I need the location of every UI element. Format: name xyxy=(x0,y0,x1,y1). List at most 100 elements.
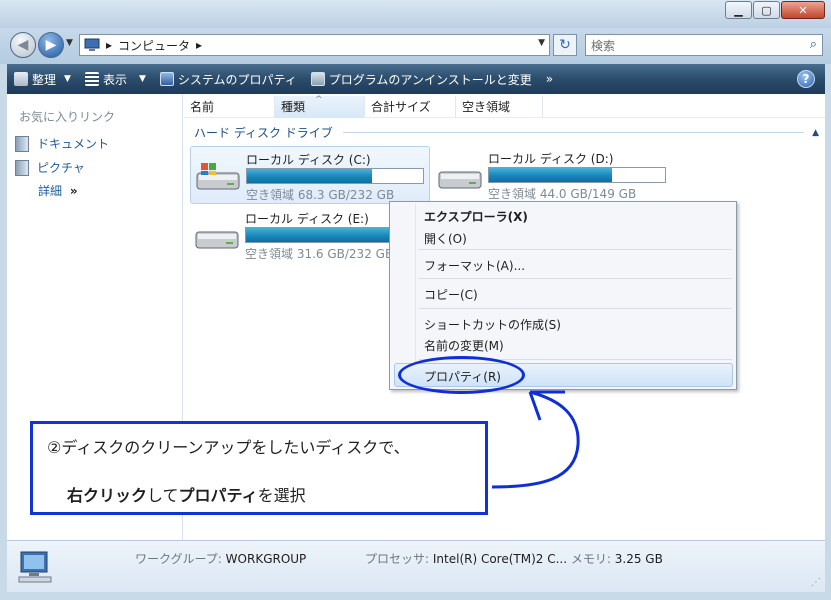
pictures-icon xyxy=(15,159,29,176)
memory-label: メモリ: xyxy=(570,552,611,566)
details-toggle[interactable]: 詳細 » xyxy=(38,182,78,199)
group-title: ハード ディスク ドライブ xyxy=(194,126,333,140)
drive-name: ローカル ディスク (D:) xyxy=(488,152,614,166)
system-properties-button[interactable]: システムのプロパティ xyxy=(153,64,304,94)
drive-usage-bar xyxy=(246,168,424,184)
annotation-text-end: を選択 xyxy=(257,486,306,505)
history-dropdown[interactable]: ▼ xyxy=(66,38,73,48)
drive-free-space: 空き領域 68.3 GB/232 GB xyxy=(246,188,395,202)
help-button[interactable]: ? xyxy=(797,70,815,88)
system-properties-label: システムのプロパティ xyxy=(177,72,297,87)
drive-usage-fill xyxy=(247,169,372,183)
annotation-circle xyxy=(398,356,525,394)
hard-drive-icon xyxy=(195,231,239,249)
maximize-button[interactable]: ▢ xyxy=(753,1,780,19)
menu-item-explorer[interactable]: エクスプローラ(X) xyxy=(424,208,528,225)
minimize-button[interactable]: ▁ xyxy=(725,1,752,19)
processor-info: プロセッサ: Intel(R) Core(TM)2 C... メモリ: 3.25… xyxy=(365,550,663,567)
collapse-icon[interactable]: ▲ xyxy=(812,128,819,138)
drive-item-d[interactable]: ローカル ディスク (D:) 空き領域 44.0 GB/149 GB xyxy=(433,146,673,204)
address-bar[interactable]: ▸ コンピュータ ▸ ▼ xyxy=(79,34,550,56)
search-icon[interactable]: ⌕ xyxy=(810,37,817,52)
forward-button[interactable]: ▶ xyxy=(38,32,64,58)
nav-item-documents[interactable]: ドキュメント xyxy=(15,135,109,152)
resize-grip[interactable]: ⋰ xyxy=(811,577,821,588)
views-icon xyxy=(84,72,99,86)
hard-drive-icon xyxy=(438,171,482,189)
refresh-button[interactable]: ↻ xyxy=(553,34,577,56)
details-label: 詳細 xyxy=(38,184,63,198)
address-row: ◀ ▶ ▼ ▸ コンピュータ ▸ ▼ ↻ 検索 ⌕ xyxy=(0,28,831,64)
memory-value: 3.25 GB xyxy=(614,552,663,566)
close-button[interactable]: ✕ xyxy=(781,1,825,19)
organize-button[interactable]: 整理 ▼ xyxy=(7,64,78,94)
search-input[interactable]: 検索 ⌕ xyxy=(585,34,823,56)
column-headers: 名前 ^ 種類 合計サイズ 空き領域 xyxy=(184,95,825,118)
column-header-free-space[interactable]: 空き領域 xyxy=(456,95,543,118)
annotation-text-line1: ②ディスクのクリーンアップをしたいディスクで、 xyxy=(47,438,410,457)
menu-separator xyxy=(419,249,732,250)
annotation-right-click: 右クリック xyxy=(67,486,148,505)
title-bar: ▁ ▢ ✕ xyxy=(0,0,831,28)
chevron-down-icon: ▼ xyxy=(138,74,146,84)
organize-icon xyxy=(14,72,28,86)
menu-item-open[interactable]: 開く(O) xyxy=(424,230,467,247)
nav-item-label: ピクチャ xyxy=(37,161,85,175)
column-header-type-label: 種類 xyxy=(281,99,306,114)
computer-icon xyxy=(18,551,52,583)
workgroup-label: ワークグループ: xyxy=(135,552,222,566)
views-button[interactable]: 表示 ▼ xyxy=(78,64,153,94)
menu-separator xyxy=(419,278,732,279)
uninstall-label: プログラムのアンインストールと変更 xyxy=(328,72,532,87)
documents-icon xyxy=(15,135,29,152)
details-pane: ワークグループ: WORKGROUP プロセッサ: Intel(R) Core(… xyxy=(7,540,825,592)
back-button[interactable]: ◀ xyxy=(10,32,36,58)
drive-name: ローカル ディスク (E:) xyxy=(245,212,369,226)
workgroup-info: ワークグループ: WORKGROUP xyxy=(135,550,306,567)
address-dropdown-icon[interactable]: ▼ xyxy=(538,38,545,48)
chevron-right-icon: » xyxy=(69,184,78,198)
menu-item-format[interactable]: フォーマット(A)... xyxy=(424,257,525,274)
group-header[interactable]: ハード ディスク ドライブ ▲ xyxy=(194,124,819,141)
annotation-text-line2: 右クリックしてプロパティを選択 xyxy=(67,482,306,506)
views-label: 表示 xyxy=(102,72,127,87)
menu-gutter xyxy=(415,204,416,387)
drive-item-c[interactable]: ローカル ディスク (C:) 空き領域 68.3 GB/232 GB xyxy=(190,146,430,204)
favorites-title: お気に入りリンク xyxy=(19,110,116,124)
workgroup-value: WORKGROUP xyxy=(225,552,307,566)
group-divider xyxy=(342,132,805,133)
more-commands-button[interactable]: » xyxy=(539,64,560,94)
column-header-total-size[interactable]: 合計サイズ xyxy=(365,95,456,118)
uninstall-icon xyxy=(310,72,325,86)
menu-separator xyxy=(419,308,732,309)
annotation-text-connector: して xyxy=(147,486,179,505)
column-header-type[interactable]: ^ 種類 xyxy=(275,95,365,118)
menu-item-rename[interactable]: 名前の変更(M) xyxy=(424,337,504,354)
menu-item-create-shortcut[interactable]: ショートカットの作成(S) xyxy=(424,316,561,333)
menu-item-copy[interactable]: コピー(C) xyxy=(424,286,478,303)
nav-item-label: ドキュメント xyxy=(37,137,110,151)
window-controls: ▁ ▢ ✕ xyxy=(725,1,825,19)
sort-up-icon: ^ xyxy=(315,94,323,105)
processor-label: プロセッサ: xyxy=(365,552,430,566)
organize-label: 整理 xyxy=(32,72,57,87)
drive-usage-bar xyxy=(488,167,666,183)
annotation-properties: プロパティ xyxy=(178,486,258,505)
path-separator[interactable]: ▸ xyxy=(106,38,112,52)
annotation-box: ②ディスクのクリーンアップをしたいディスクで、 右クリックしてプロパティを選択 xyxy=(30,421,488,515)
drive-free-space: 空き領域 31.6 GB/232 GB xyxy=(245,247,394,261)
uninstall-button[interactable]: プログラムのアンインストールと変更 xyxy=(304,64,539,94)
system-properties-icon xyxy=(159,72,174,86)
path-arrow[interactable]: ▸ xyxy=(196,38,202,52)
drive-usage-fill xyxy=(489,168,613,182)
drive-free-space: 空き領域 44.0 GB/149 GB xyxy=(488,187,637,201)
chevron-down-icon: ▼ xyxy=(64,74,71,84)
command-bar: 整理 ▼ 表示 ▼ システムのプロパティ プログラムのアンインストールと変更 »… xyxy=(7,64,825,94)
column-header-name[interactable]: 名前 xyxy=(184,95,275,118)
nav-item-pictures[interactable]: ピクチャ xyxy=(15,159,85,176)
processor-value: Intel(R) Core(TM)2 C... xyxy=(432,552,568,566)
search-placeholder: 検索 xyxy=(591,38,616,53)
computer-icon xyxy=(84,38,100,51)
drive-name: ローカル ディスク (C:) xyxy=(246,153,371,167)
address-location[interactable]: コンピュータ xyxy=(118,37,190,54)
